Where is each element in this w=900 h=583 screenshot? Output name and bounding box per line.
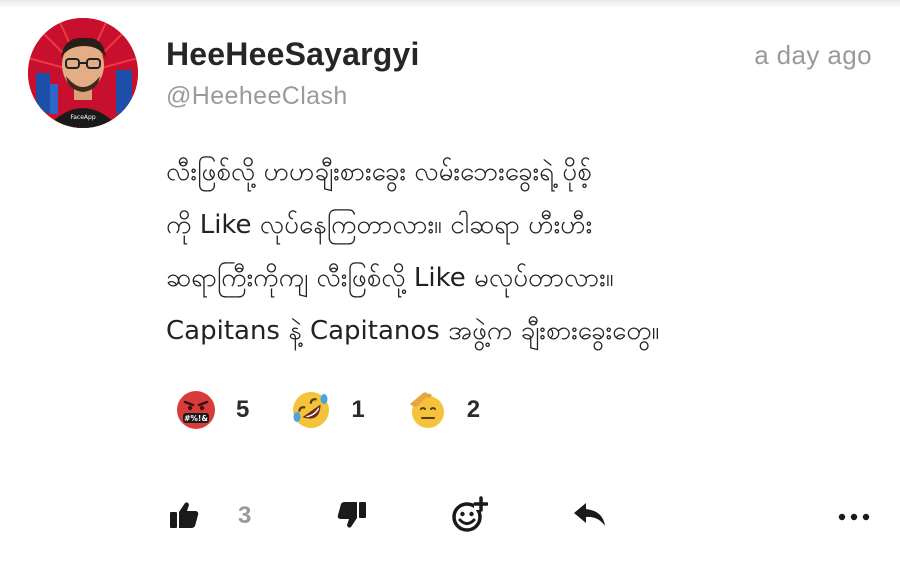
reaction-bar: #%!& 5 1 2 [176,388,522,432]
thumbs-up-icon [168,499,200,535]
cursing-face-icon: #%!& [176,390,216,430]
add-reaction-icon [450,496,489,538]
comment-actions: 3 [0,494,900,540]
reaction-count: 1 [351,396,365,423]
author-handle[interactable]: @HeeheeClash [166,82,348,111]
reply-button[interactable] [572,494,608,540]
like-button[interactable] [168,494,200,540]
top-divider [0,0,900,8]
more-button[interactable] [838,494,870,540]
reply-icon [572,499,608,535]
comment-body: လီးဖြစ်လို့ ဟဟချီးစားခွေး လမ်းဘေးခွေးရဲ့… [166,157,660,346]
author-name[interactable]: HeeHeeSayargyi [166,36,420,73]
reaction-count: 2 [466,396,481,423]
reaction-cursing[interactable]: #%!& 5 [176,390,249,430]
thumbs-down-icon [336,499,368,535]
avatar[interactable]: FaceApp [28,18,138,128]
avatar-watermark: FaceApp [70,114,95,121]
like-count: 3 [238,502,252,529]
reaction-rofl[interactable]: 1 [291,390,365,430]
more-icon [838,508,870,527]
saluting-face-icon [407,390,447,430]
add-reaction-button[interactable] [450,494,489,540]
reaction-salute[interactable]: 2 [407,390,480,430]
dislike-button[interactable] [336,494,368,540]
comment-timestamp: a day ago [754,40,872,70]
rolling-laughing-face-icon [291,390,331,430]
cursing-symbols: #%!& [184,414,208,423]
reaction-count: 5 [236,396,250,423]
